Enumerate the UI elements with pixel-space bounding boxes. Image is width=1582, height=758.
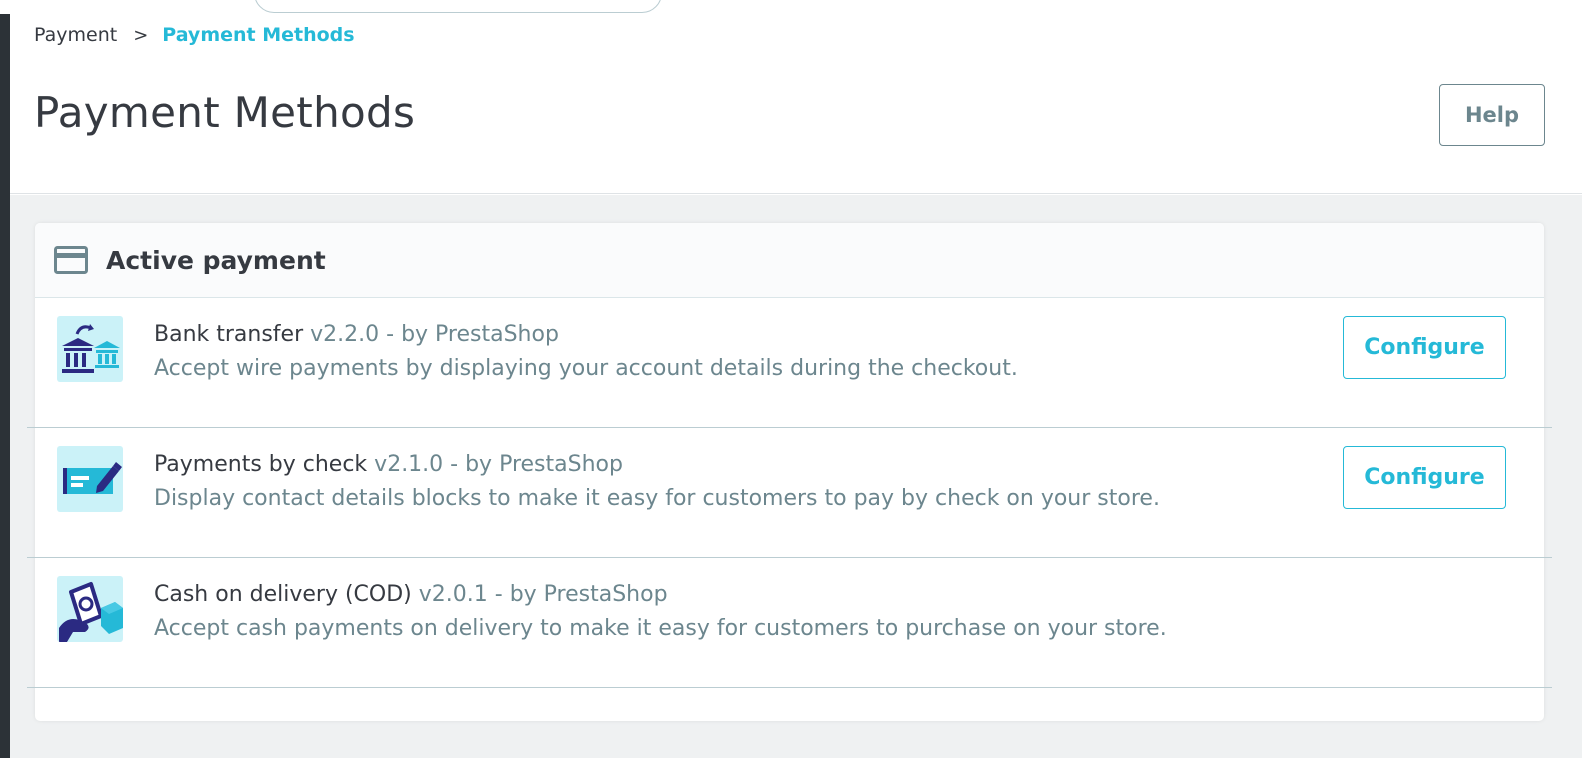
payment-module-row: Cash on delivery (COD) v2.0.1 - by Prest… bbox=[27, 558, 1552, 688]
bank-transfer-icon bbox=[57, 316, 123, 382]
module-name: Cash on delivery (COD) bbox=[154, 582, 412, 607]
active-payment-card: Active payment Bank transfer v2.2.0 - by… bbox=[27, 223, 1552, 721]
module-info: Payments by check v2.1.0 - by PrestaShop… bbox=[154, 448, 1160, 516]
check-payment-icon bbox=[57, 446, 123, 512]
module-version: v2.2.0 - by PrestaShop bbox=[310, 322, 559, 347]
module-description: Display contact details blocks to make i… bbox=[154, 486, 1160, 511]
module-name: Bank transfer bbox=[154, 322, 304, 347]
search-input[interactable] bbox=[254, 0, 662, 13]
module-name: Payments by check bbox=[154, 452, 368, 477]
module-description: Accept wire payments by displaying your … bbox=[154, 356, 1018, 381]
page-title: Payment Methods bbox=[34, 88, 416, 137]
breadcrumb-separator: > bbox=[133, 24, 149, 46]
payment-module-row: Payments by check v2.1.0 - by PrestaShop… bbox=[27, 428, 1552, 558]
module-version: v2.1.0 - by PrestaShop bbox=[374, 452, 623, 477]
payment-module-row: Bank transfer v2.2.0 - by PrestaShop Acc… bbox=[27, 298, 1552, 428]
module-version: v2.0.1 - by PrestaShop bbox=[418, 582, 668, 607]
configure-button[interactable]: Configure bbox=[1343, 446, 1506, 509]
sidebar-edge bbox=[0, 14, 10, 758]
page-header: Payment > Payment Methods Payment Method… bbox=[10, 0, 1582, 194]
help-button[interactable]: Help bbox=[1439, 84, 1545, 146]
breadcrumb: Payment > Payment Methods bbox=[34, 24, 355, 46]
card-header: Active payment bbox=[35, 223, 1544, 298]
credit-card-icon bbox=[54, 246, 88, 274]
module-info: Bank transfer v2.2.0 - by PrestaShop Acc… bbox=[154, 318, 1018, 386]
configure-button[interactable]: Configure bbox=[1343, 316, 1506, 379]
card-title: Active payment bbox=[106, 245, 326, 275]
main-content: Active payment Bank transfer v2.2.0 - by… bbox=[10, 195, 1582, 758]
cash-on-delivery-icon bbox=[57, 576, 123, 642]
breadcrumb-item-payment[interactable]: Payment bbox=[34, 24, 117, 46]
module-description: Accept cash payments on delivery to make… bbox=[154, 616, 1167, 641]
module-info: Cash on delivery (COD) v2.0.1 - by Prest… bbox=[154, 578, 1167, 646]
breadcrumb-item-current[interactable]: Payment Methods bbox=[162, 24, 354, 46]
